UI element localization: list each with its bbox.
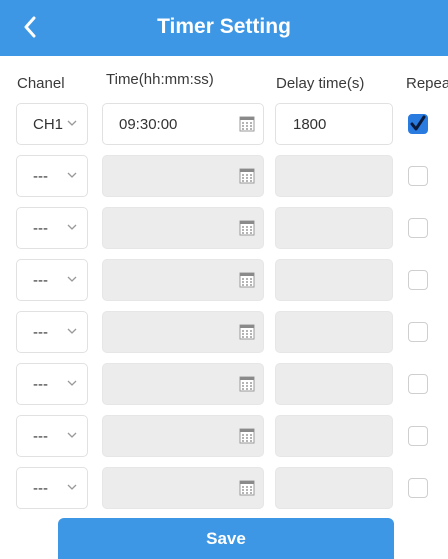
delay-input[interactable]	[275, 155, 393, 197]
time-input[interactable]	[102, 415, 264, 457]
channel-value: ---	[33, 480, 48, 497]
chevron-down-icon	[67, 380, 77, 386]
channel-select[interactable]: ---	[16, 207, 88, 249]
channel-select[interactable]: ---	[16, 155, 88, 197]
repeat-checkbox[interactable]	[408, 270, 428, 290]
delay-value: 1800	[293, 116, 327, 133]
channel-value: ---	[33, 168, 48, 185]
channel-value: CH1	[33, 116, 64, 133]
time-input[interactable]	[102, 363, 264, 405]
time-value: 09:30:00	[119, 116, 178, 133]
calendar-icon[interactable]	[239, 220, 255, 236]
app-header: Timer Setting	[0, 0, 448, 56]
calendar-icon[interactable]	[239, 324, 255, 340]
delay-input[interactable]	[275, 415, 393, 457]
chevron-down-icon	[67, 432, 77, 438]
repeat-checkbox[interactable]	[408, 114, 428, 134]
repeat-checkbox[interactable]	[408, 374, 428, 394]
save-button[interactable]: Save	[58, 518, 394, 559]
chevron-down-icon	[67, 276, 77, 282]
channel-select[interactable]: ---	[16, 363, 88, 405]
repeat-checkbox[interactable]	[408, 166, 428, 186]
time-input[interactable]: 09:30:00	[102, 103, 264, 145]
repeat-checkbox[interactable]	[408, 218, 428, 238]
calendar-icon[interactable]	[239, 116, 255, 132]
chevron-down-icon	[67, 328, 77, 334]
page-title: Timer Setting	[157, 15, 291, 38]
timer-row: ---	[0, 467, 448, 511]
timer-row: ---	[0, 259, 448, 303]
time-input[interactable]	[102, 311, 264, 353]
channel-value: ---	[33, 272, 48, 289]
time-input[interactable]	[102, 207, 264, 249]
timer-row: CH1 09:30:00 1800	[0, 103, 448, 147]
calendar-icon[interactable]	[239, 480, 255, 496]
delay-input[interactable]	[275, 207, 393, 249]
channel-select[interactable]: ---	[16, 415, 88, 457]
delay-input[interactable]	[275, 467, 393, 509]
column-header-channel: Chanel	[17, 75, 65, 92]
time-input[interactable]	[102, 155, 264, 197]
calendar-icon[interactable]	[239, 376, 255, 392]
timer-row: ---	[0, 311, 448, 355]
repeat-checkbox[interactable]	[408, 322, 428, 342]
timer-row: ---	[0, 207, 448, 251]
calendar-icon[interactable]	[239, 168, 255, 184]
time-input[interactable]	[102, 467, 264, 509]
timer-row: ---	[0, 415, 448, 459]
channel-value: ---	[33, 428, 48, 445]
timer-row: ---	[0, 363, 448, 407]
calendar-icon[interactable]	[239, 272, 255, 288]
chevron-down-icon	[67, 120, 77, 126]
delay-input[interactable]	[275, 311, 393, 353]
channel-value: ---	[33, 324, 48, 341]
channel-select[interactable]: ---	[16, 259, 88, 301]
channel-select[interactable]: CH1	[16, 103, 88, 145]
time-input[interactable]	[102, 259, 264, 301]
chevron-down-icon	[67, 172, 77, 178]
repeat-checkbox[interactable]	[408, 478, 428, 498]
delay-input[interactable]	[275, 259, 393, 301]
repeat-checkbox[interactable]	[408, 426, 428, 446]
channel-select[interactable]: ---	[16, 467, 88, 509]
column-header-repeat: Repeat	[406, 75, 448, 92]
chevron-down-icon	[67, 224, 77, 230]
column-header-delay: Delay time(s)	[276, 75, 365, 92]
channel-value: ---	[33, 220, 48, 237]
column-header-time: Time(hh:mm:ss)	[106, 71, 214, 88]
timer-row: ---	[0, 155, 448, 199]
checkmark-icon	[410, 115, 426, 131]
delay-input[interactable]	[275, 363, 393, 405]
chevron-down-icon	[67, 484, 77, 490]
channel-value: ---	[33, 376, 48, 393]
channel-select[interactable]: ---	[16, 311, 88, 353]
delay-input[interactable]: 1800	[275, 103, 393, 145]
calendar-icon[interactable]	[239, 428, 255, 444]
